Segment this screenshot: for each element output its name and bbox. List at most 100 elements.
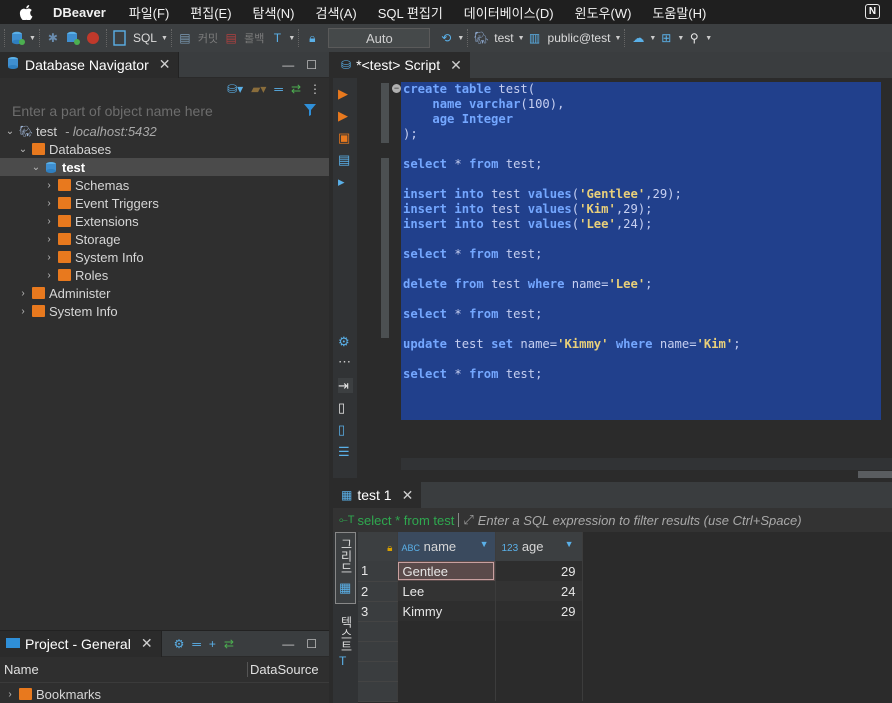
sql-code-area[interactable]: create table test( name varchar(100), ag… xyxy=(401,82,881,420)
tree-node-storage[interactable]: › Storage xyxy=(0,230,329,248)
tree-node-databases[interactable]: ⌄ Databases xyxy=(0,140,329,158)
code-line[interactable]: select * from test; xyxy=(401,307,881,322)
code-line[interactable]: select * from test; xyxy=(401,247,881,262)
text-icon[interactable]: T xyxy=(339,654,346,668)
code-line[interactable]: name varchar(100), xyxy=(401,97,881,112)
code-line[interactable] xyxy=(401,292,881,307)
cell-name[interactable]: Kimmy xyxy=(397,601,496,621)
chevron-right-icon[interactable]: › xyxy=(43,252,55,263)
results-filter-input[interactable]: Enter a SQL expression to filter results… xyxy=(478,513,802,528)
cell-age[interactable]: 24 xyxy=(495,581,583,601)
column-header-name[interactable]: ABC name ▼ xyxy=(397,532,496,561)
maximize-icon[interactable]: ☐ xyxy=(306,58,317,72)
query-text[interactable]: select * from test xyxy=(358,513,455,528)
transaction-mode-box[interactable]: Auto xyxy=(328,28,431,48)
rollback-icon[interactable]: ▤ xyxy=(223,30,239,46)
history-icon[interactable]: ⟲ xyxy=(438,30,454,46)
tab-project-general[interactable]: Project - General ✕ xyxy=(0,630,162,657)
cell-name[interactable] xyxy=(397,641,496,661)
schema-icon[interactable]: ▥ xyxy=(527,30,543,46)
code-line[interactable] xyxy=(401,142,881,157)
execute-statement-icon[interactable]: ▶ xyxy=(338,86,353,101)
configure-icon[interactable]: ⚙ xyxy=(174,637,185,651)
tree-node-roles[interactable]: › Roles xyxy=(0,266,329,284)
new-connection-icon[interactable] xyxy=(10,30,26,46)
view-menu-icon[interactable]: ⋮ xyxy=(309,82,321,96)
more-icon[interactable]: ⋯ xyxy=(338,354,353,369)
outline-icon[interactable]: ☰ xyxy=(338,444,353,459)
cloud-icon[interactable]: ☁︎ xyxy=(630,30,646,46)
menu-window[interactable]: 윈도우(W) xyxy=(575,3,632,22)
column-header-age[interactable]: 123 age ▼ xyxy=(495,532,583,561)
table-row[interactable]: 3 Kimmy 29 xyxy=(358,601,892,622)
disconnect-all-icon[interactable] xyxy=(85,30,101,46)
search-icon[interactable]: ⚲ xyxy=(686,30,702,46)
tab-database-navigator[interactable]: Database Navigator ✕ xyxy=(0,51,180,78)
cell-age[interactable] xyxy=(495,621,583,641)
chevron-right-icon[interactable]: › xyxy=(43,180,55,191)
link-editor-icon[interactable]: ⇄ xyxy=(224,637,234,651)
new-connection-icon[interactable]: ⛁▾ xyxy=(227,82,243,96)
active-schema[interactable]: public@test xyxy=(548,31,611,45)
lock-icon[interactable]: 🔒︎ xyxy=(304,30,320,46)
transaction-mode-icon[interactable]: T xyxy=(269,30,285,46)
chevron-down-icon[interactable]: ▼ xyxy=(677,35,684,42)
chevron-down-icon[interactable]: ▼ xyxy=(649,35,656,42)
menu-database[interactable]: 데이터베이스(D) xyxy=(464,3,554,22)
chevron-right-icon[interactable]: › xyxy=(43,216,55,227)
execute-statement-new-tab-icon[interactable]: ▶ xyxy=(338,108,353,123)
cell-age[interactable] xyxy=(495,661,583,681)
menu-help[interactable]: 도움말(H) xyxy=(652,3,706,22)
sort-icon[interactable]: ▼ xyxy=(565,539,574,549)
chevron-down-icon[interactable]: ▼ xyxy=(288,35,295,42)
menu-edit[interactable]: 편집(E) xyxy=(190,3,231,22)
postgres-icon[interactable]: 🐘︎ xyxy=(473,30,489,46)
close-icon[interactable]: ✕ xyxy=(159,56,171,73)
chevron-down-icon[interactable]: ▼ xyxy=(29,35,36,42)
tree-node-extensions[interactable]: › Extensions xyxy=(0,212,329,230)
code-line[interactable]: ); xyxy=(401,127,881,142)
new-script-icon[interactable]: ▯ xyxy=(338,400,353,415)
cell-age[interactable]: 29 xyxy=(495,561,583,581)
hierarchy-icon[interactable]: ⊞ xyxy=(658,30,674,46)
chevron-right-icon[interactable]: › xyxy=(17,306,29,317)
tree-node-bookmarks[interactable]: › Bookmarks xyxy=(0,685,329,703)
horizontal-scrollbar[interactable] xyxy=(401,458,892,470)
tree-node-event-triggers[interactable]: › Event Triggers xyxy=(0,194,329,212)
column-header-name[interactable]: Name xyxy=(0,662,248,677)
load-script-icon[interactable]: ▯ xyxy=(338,422,353,437)
cell-name[interactable] xyxy=(397,681,496,701)
expand-icon[interactable]: ⤢ xyxy=(463,512,473,528)
chevron-down-icon[interactable]: ▼ xyxy=(161,35,168,42)
code-line[interactable]: age Integer xyxy=(401,112,881,127)
code-line[interactable]: update test set name='Kimmy' where name=… xyxy=(401,337,881,352)
chevron-right-icon[interactable]: › xyxy=(43,198,55,209)
minimize-icon[interactable]: — xyxy=(282,58,294,72)
code-line[interactable] xyxy=(401,352,881,367)
terminal-icon[interactable]: ▸ xyxy=(338,174,353,189)
sql-button[interactable]: SQL xyxy=(133,31,157,45)
code-line[interactable] xyxy=(401,322,881,337)
commit-button[interactable]: 커밋 xyxy=(198,30,218,46)
execute-script-icon[interactable]: ▣ xyxy=(338,130,353,145)
text-view-label[interactable]: 텍스트 xyxy=(335,616,355,652)
chevron-down-icon[interactable]: ⌄ xyxy=(17,144,29,155)
close-icon[interactable]: ✕ xyxy=(402,487,414,504)
tree-node-test-db[interactable]: ⌄ test xyxy=(0,158,329,176)
tree-node-administer[interactable]: › Administer xyxy=(0,284,329,302)
table-row[interactable]: 1 Gentlee 29 xyxy=(358,561,892,582)
export-icon[interactable]: ⇥ xyxy=(338,378,353,393)
tree-node-schemas[interactable]: › Schemas xyxy=(0,176,329,194)
tab-script[interactable]: ⛁ *<test> Script ✕ xyxy=(333,52,470,78)
tree-node-system-info[interactable]: › System Info xyxy=(0,248,329,266)
app-menu[interactable]: DBeaver xyxy=(53,5,106,20)
cell-name[interactable]: Lee xyxy=(397,581,496,601)
filter-icon[interactable] xyxy=(303,103,319,120)
chevron-down-icon[interactable]: ▼ xyxy=(614,35,621,42)
cell-age[interactable]: 29 xyxy=(495,601,583,621)
collapse-all-icon[interactable]: ═ xyxy=(192,637,201,651)
table-row[interactable]: 2 Lee 24 xyxy=(358,581,892,602)
settings-icon[interactable]: ⚙ xyxy=(338,334,353,349)
menu-navigate[interactable]: 탐색(N) xyxy=(253,3,295,22)
grid-view-label[interactable]: 그리드 xyxy=(335,538,355,574)
